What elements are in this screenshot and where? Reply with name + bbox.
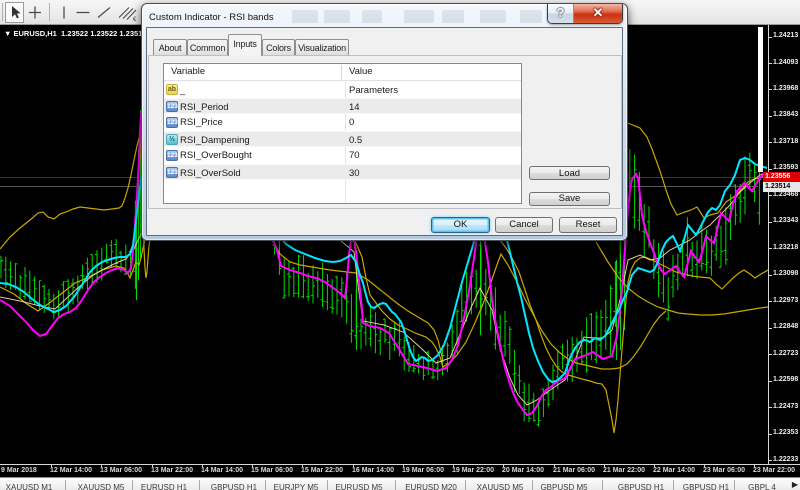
svg-text:€: €: [133, 17, 137, 23]
